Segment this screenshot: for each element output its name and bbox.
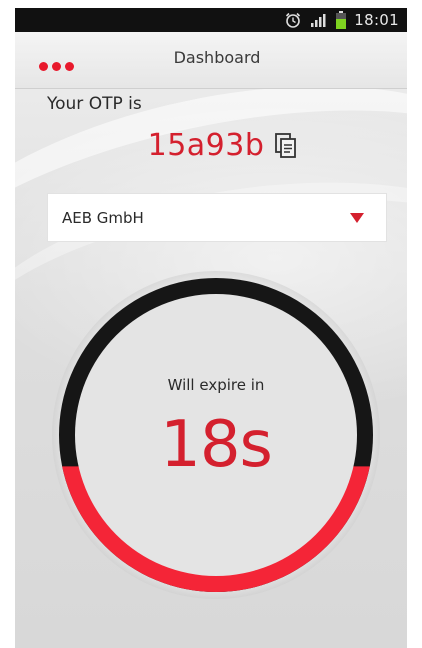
alarm-icon xyxy=(284,11,302,29)
battery-icon xyxy=(336,11,347,29)
dropdown-triangle-icon xyxy=(350,212,364,223)
timer-value: 18s xyxy=(160,408,273,482)
signal-icon xyxy=(310,12,328,28)
app-screen: 18:01 Dashboard Your OTP is 15a93b AEB G… xyxy=(15,8,407,648)
status-time: 18:01 xyxy=(354,11,399,29)
otp-value: 15a93b xyxy=(147,128,265,163)
expiry-timer: Will expire in 18s xyxy=(51,270,381,600)
otp-label: Your OTP is xyxy=(47,94,142,114)
account-select[interactable]: AEB GmbH xyxy=(47,193,387,242)
app-header: Dashboard xyxy=(15,32,407,89)
otp-row: 15a93b xyxy=(15,128,407,163)
status-bar: 18:01 xyxy=(15,8,407,32)
copy-icon[interactable] xyxy=(274,132,298,160)
account-select-value: AEB GmbH xyxy=(62,208,144,227)
page-title: Dashboard xyxy=(173,48,261,67)
timer-label: Will expire in xyxy=(167,376,265,394)
